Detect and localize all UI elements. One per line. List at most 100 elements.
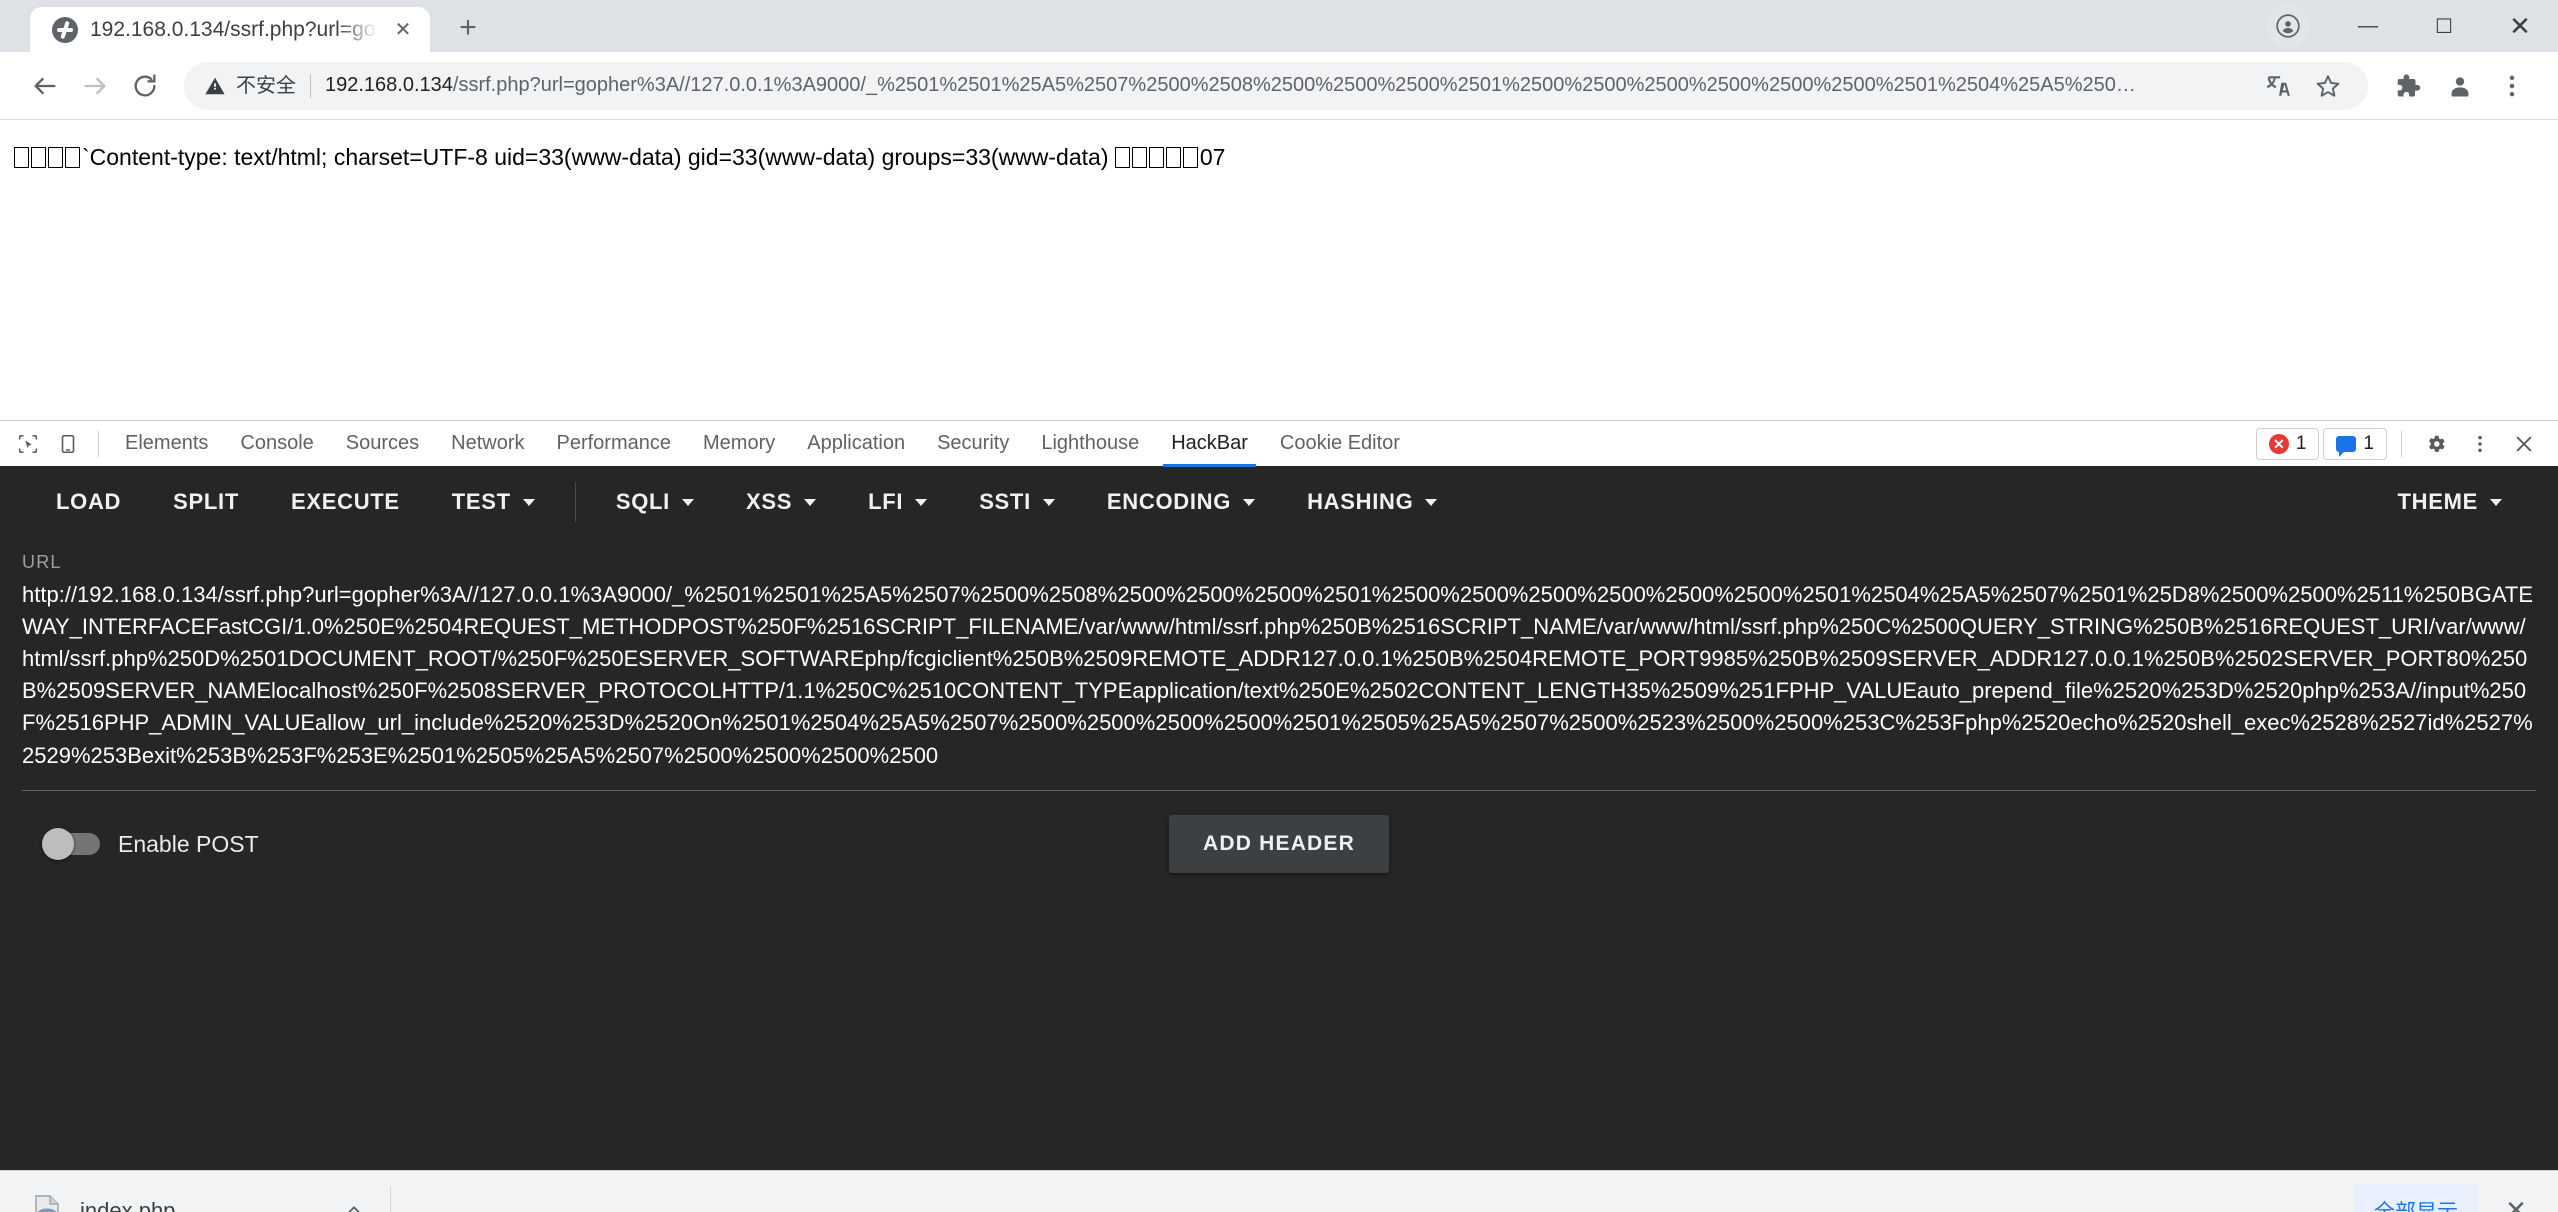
tab-hackbar[interactable]: HackBar [1155,421,1264,467]
error-count-badge[interactable]: ✕ 1 [2255,427,2320,460]
new-tab-button[interactable]: + [446,6,490,50]
devtools-status-area: ✕ 1 1 [2255,424,2550,464]
tofu-glyph [14,147,29,168]
tofu-glyph [1131,147,1147,168]
hackbar-execute-label: EXECUTE [290,489,400,514]
leading-tofu-group [14,144,82,170]
profile-chip-icon[interactable] [2266,4,2310,48]
hackbar-load-label: LOAD [56,489,122,514]
chevron-down-icon [681,498,694,506]
toggle-switch-icon[interactable] [42,828,100,861]
tab-memory[interactable]: Memory [687,421,791,467]
tofu-glyph [1182,147,1198,168]
hackbar-xss-button[interactable]: XSS [720,476,842,528]
message-count-label: 1 [2363,432,2374,454]
toolbar-divider [98,430,99,457]
error-icon: ✕ [2268,433,2289,454]
tab-title: 192.168.0.134/ssrf.php?url=go [90,17,376,41]
hackbar-sqli-button[interactable]: SQLI [590,476,720,528]
tab-security[interactable]: Security [921,421,1025,467]
hackbar-hashing-label: HASHING [1307,489,1414,514]
devtools-close-icon[interactable] [2504,424,2544,464]
message-icon [2336,435,2357,457]
php-file-icon [30,1194,64,1212]
chevron-down-icon [1425,498,1438,506]
hackbar-split-label: SPLIT [173,489,239,514]
tab-cookie-editor[interactable]: Cookie Editor [1264,421,1416,467]
hackbar-sqli-label: SQLI [615,489,670,514]
hackbar-toolbar-divider [574,482,576,522]
tofu-glyph [1148,147,1164,168]
hackbar-split-button[interactable]: SPLIT [147,476,265,528]
window-close-button[interactable]: ✕ [2482,0,2558,52]
chevron-down-icon [2490,498,2502,506]
window-controls: — ☐ ✕ [2266,0,2558,52]
address-bar[interactable]: 不安全 192.168.0.134/ssrf.php?url=gopher%3A… [184,61,2368,110]
hackbar-theme-button[interactable]: THEME [2372,476,2529,528]
tab-close-icon[interactable]: ✕ [390,17,416,43]
browser-toolbar: 不安全 192.168.0.134/ssrf.php?url=gopher%3A… [0,52,2558,120]
browser-tab[interactable]: 192.168.0.134/ssrf.php?url=go ✕ [30,7,430,52]
devtools-tab-bar: Elements Console Sources Network Perform… [0,420,2558,467]
tab-performance[interactable]: Performance [541,421,688,467]
download-file-name: index.php [80,1197,176,1212]
forward-button[interactable] [70,61,120,111]
page-response-text: `Content-type: text/html; charset=UTF-8 … [14,142,2544,173]
hackbar-controls: Enable POST ADD HEADER [22,791,2536,874]
tofu-glyph [1114,147,1130,168]
chevron-down-icon [915,498,928,506]
hackbar-panel: LOAD SPLIT EXECUTE TEST SQLI XSS LFI SST… [0,466,2558,1170]
reload-button[interactable] [120,61,170,111]
hackbar-test-label: TEST [451,489,511,514]
inspect-element-icon[interactable] [8,424,48,464]
enable-post-toggle[interactable]: Enable POST [42,828,259,861]
error-count-label: 1 [2295,432,2307,454]
message-count-badge[interactable]: 1 [2323,427,2387,460]
tab-lighthouse[interactable]: Lighthouse [1025,421,1155,467]
bookmark-star-icon[interactable] [2306,64,2350,108]
hackbar-test-button[interactable]: TEST [426,476,561,528]
tab-network[interactable]: Network [435,421,540,467]
profile-avatar-icon[interactable] [2434,60,2486,112]
download-item[interactable]: index.php [20,1181,380,1212]
browser-tab-strip: 192.168.0.134/ssrf.php?url=go ✕ + — ☐ ✕ [0,0,2558,52]
gear-icon[interactable] [2416,424,2456,464]
close-shelf-icon[interactable]: ✕ [2494,1189,2538,1212]
back-button[interactable] [20,61,70,111]
shelf-divider [390,1185,391,1212]
hackbar-lfi-button[interactable]: LFI [842,476,953,528]
page-trailing-text: 07 [1199,144,1226,170]
chevron-down-icon [522,498,535,506]
add-header-button[interactable]: ADD HEADER [1168,815,1390,874]
window-minimize-button[interactable]: — [2330,0,2406,52]
hackbar-execute-button[interactable]: EXECUTE [265,476,426,528]
hackbar-load-button[interactable]: LOAD [30,476,147,528]
tab-sources[interactable]: Sources [330,421,435,467]
window-maximize-button[interactable]: ☐ [2406,0,2482,52]
devtools-more-menu-icon[interactable] [2460,424,2500,464]
translate-icon[interactable] [2256,64,2300,108]
chevron-down-icon [1042,498,1055,506]
address-bar-path: /ssrf.php?url=gopher%3A//127.0.0.1%3A900… [452,74,2136,96]
hackbar-ssti-button[interactable]: SSTI [953,476,1081,528]
device-toolbar-icon[interactable] [48,424,88,464]
chevron-up-icon[interactable] [338,1195,370,1212]
hackbar-encoding-button[interactable]: ENCODING [1081,476,1281,528]
status-divider [2401,430,2402,457]
tab-elements[interactable]: Elements [109,421,224,467]
enable-post-label: Enable POST [118,830,259,857]
page-viewport: `Content-type: text/html; charset=UTF-8 … [0,120,2558,420]
tab-application[interactable]: Application [791,421,921,467]
tab-console[interactable]: Console [224,421,329,467]
extensions-puzzle-icon[interactable] [2382,60,2434,112]
url-input[interactable]: http://192.168.0.134/ssrf.php?url=gopher… [22,579,2536,786]
globe-icon [52,16,78,43]
show-all-downloads-button[interactable]: 全部显示 [2354,1183,2478,1212]
hackbar-xss-label: XSS [745,489,793,514]
hackbar-encoding-label: ENCODING [1106,489,1232,514]
hackbar-hashing-button[interactable]: HASHING [1281,476,1463,528]
hackbar-theme-label: THEME [2397,489,2478,514]
hackbar-toolbar: LOAD SPLIT EXECUTE TEST SQLI XSS LFI SST… [0,466,2558,538]
trailing-tofu-group [1114,144,1200,170]
chrome-menu-icon[interactable] [2486,60,2538,112]
